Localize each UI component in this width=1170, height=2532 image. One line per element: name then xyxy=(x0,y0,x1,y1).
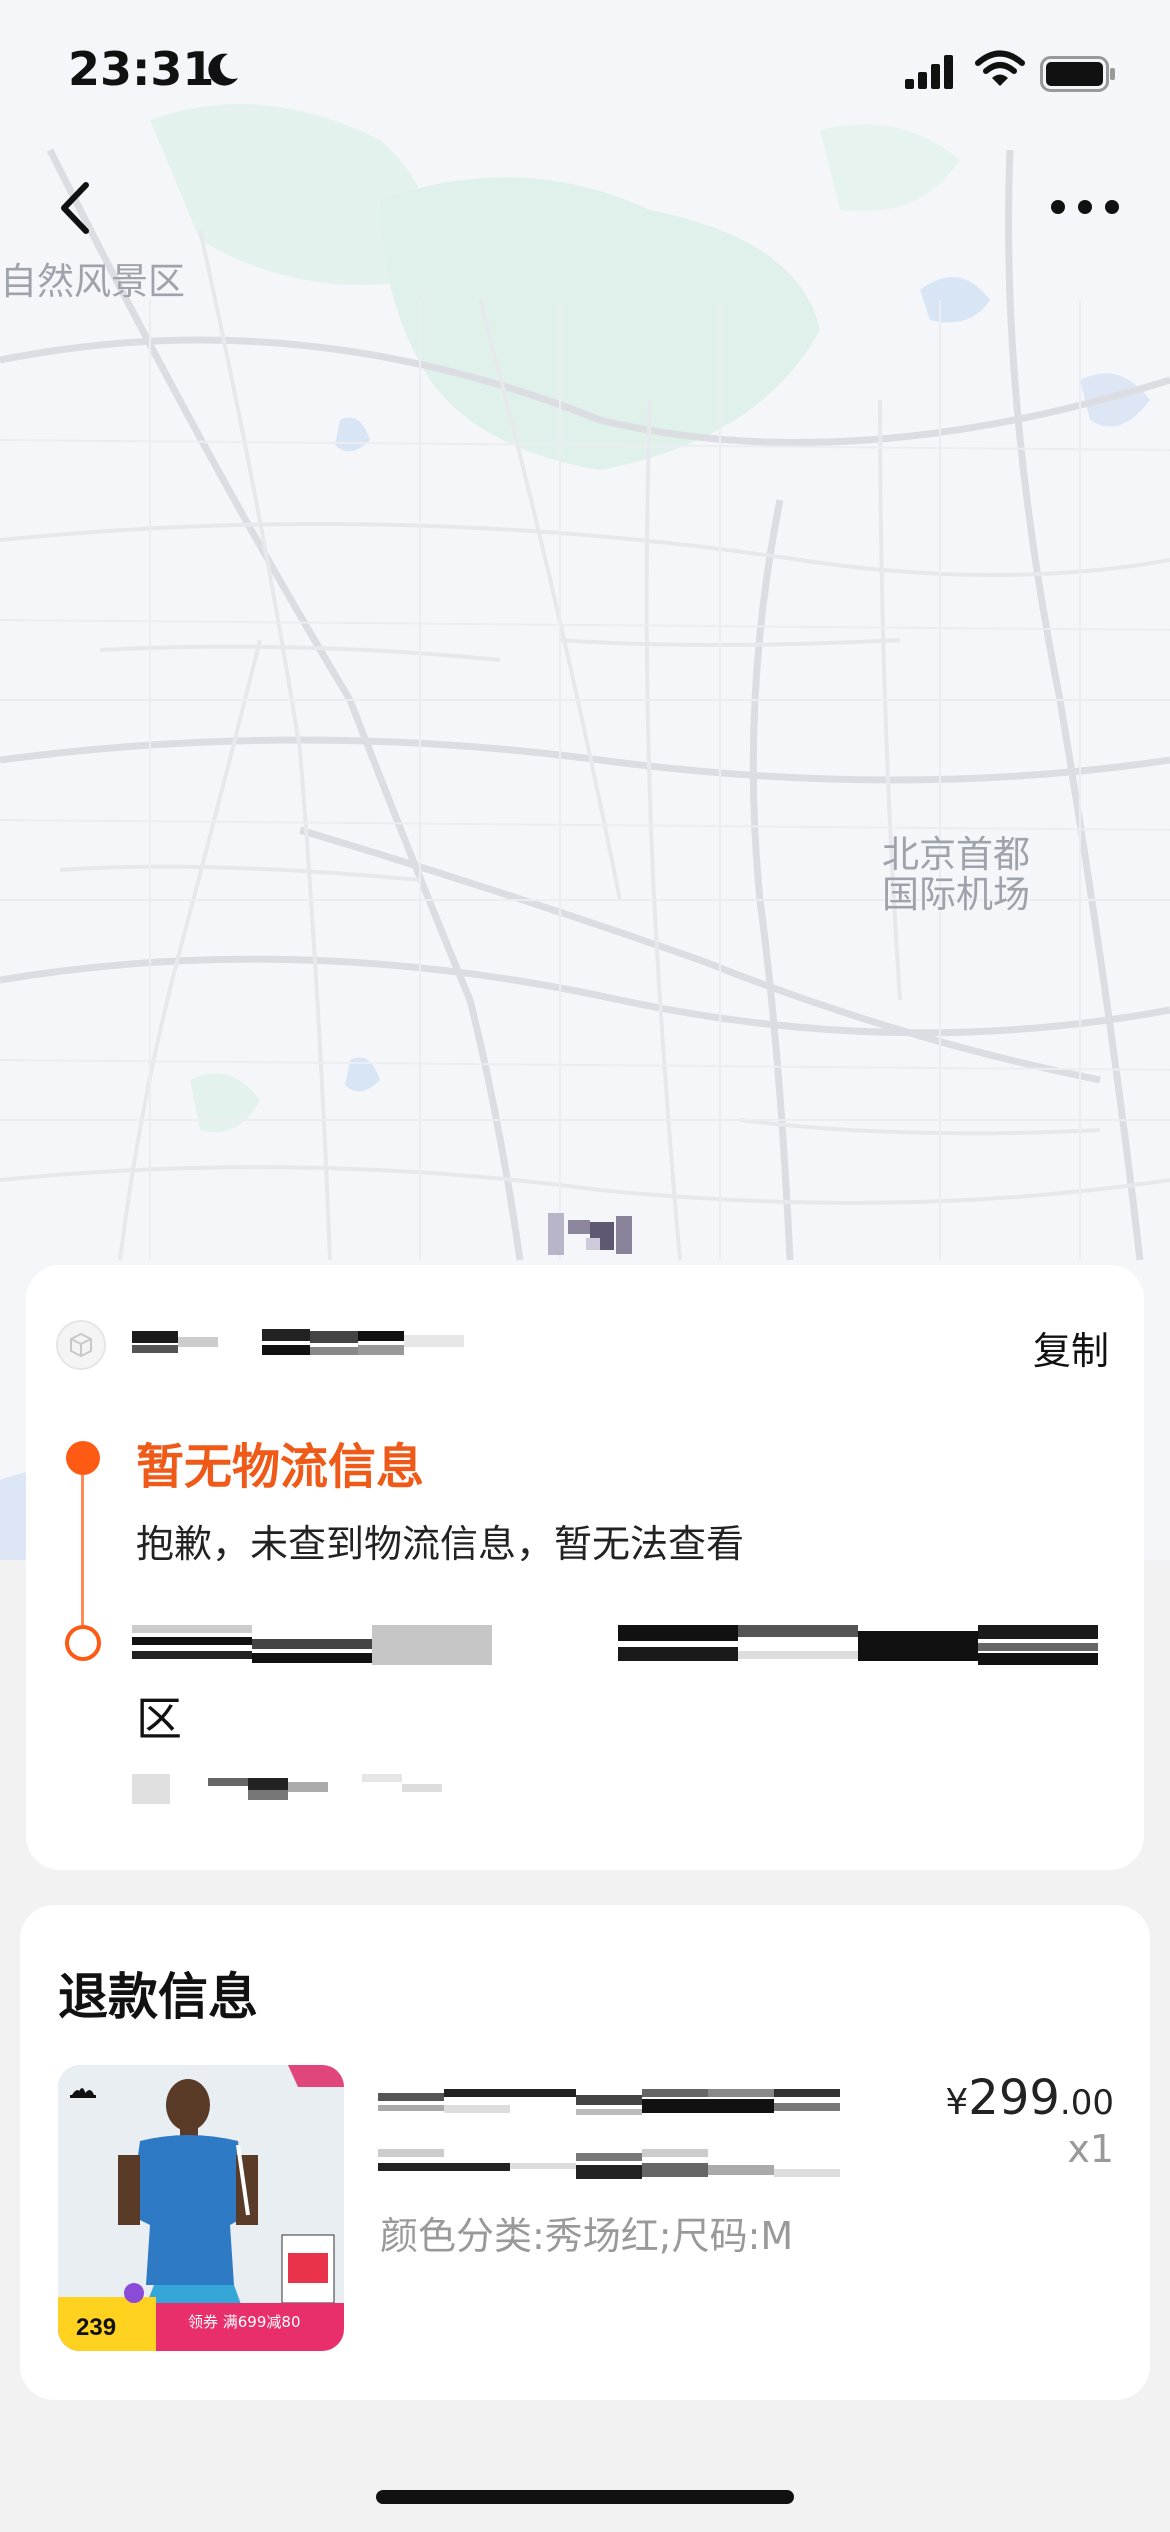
map-label-airport-line1: 北京首都 xyxy=(882,833,1030,876)
product-image[interactable]: 239 领券 满699减80 xyxy=(58,2065,344,2351)
logistics-status-title: 暂无物流信息 xyxy=(136,1439,425,1495)
tracking-number-redacted xyxy=(132,1329,464,1355)
status-bar: 23:31 xyxy=(0,0,1170,150)
map-label-airport-line2: 国际机场 xyxy=(882,873,1030,916)
package-icon xyxy=(56,1320,106,1370)
wifi-icon xyxy=(975,50,1025,86)
product-quantity: x1 xyxy=(1067,2127,1114,2171)
tracking-card: 复制 暂无物流信息 抱歉，未查到物流信息，暂无法查看 区 xyxy=(26,1265,1144,1870)
product-coupon-text: 领券 满699减80 xyxy=(188,2313,301,2331)
timeline-line xyxy=(81,1475,84,1625)
copy-button[interactable]: 复制 xyxy=(1033,1320,1109,1375)
address-redacted xyxy=(132,1625,1098,1665)
price-decimal: .00 xyxy=(1059,2083,1114,2123)
refund-card: 退款信息 239 领券 满699减80 ¥299.00 x1 颜色分类:秀场红;… xyxy=(20,1905,1150,2400)
battery-icon xyxy=(1040,56,1115,92)
product-badge-price: 239 xyxy=(76,2314,116,2341)
contact-redacted xyxy=(132,1774,442,1804)
logistics-status-desc: 抱歉，未查到物流信息，暂无法查看 xyxy=(136,1522,745,1566)
chevron-left-icon[interactable] xyxy=(50,175,100,241)
moon-icon xyxy=(208,53,238,86)
product-sku: 颜色分类:秀场红;尺码:M xyxy=(380,2214,794,2258)
price-currency: ¥ xyxy=(945,2082,969,2123)
price-integer: 299 xyxy=(968,2070,1060,2126)
map-label-scenic-area: 自然风景区 xyxy=(0,260,185,303)
cellular-signal-icon xyxy=(905,55,953,89)
home-indicator[interactable] xyxy=(376,2490,794,2504)
product-photo: 239 领券 满699减80 xyxy=(58,2065,344,2351)
more-dots-icon[interactable] xyxy=(1048,190,1122,224)
refund-section-title: 退款信息 xyxy=(58,1968,258,2026)
timeline-dot-address xyxy=(65,1625,101,1661)
status-time: 23:31 xyxy=(68,42,215,96)
timeline-dot-active xyxy=(66,1441,100,1475)
product-title-redacted xyxy=(378,2089,840,2179)
product-price: ¥299.00 xyxy=(945,2070,1114,2126)
address-district: 区 xyxy=(136,1692,182,1746)
